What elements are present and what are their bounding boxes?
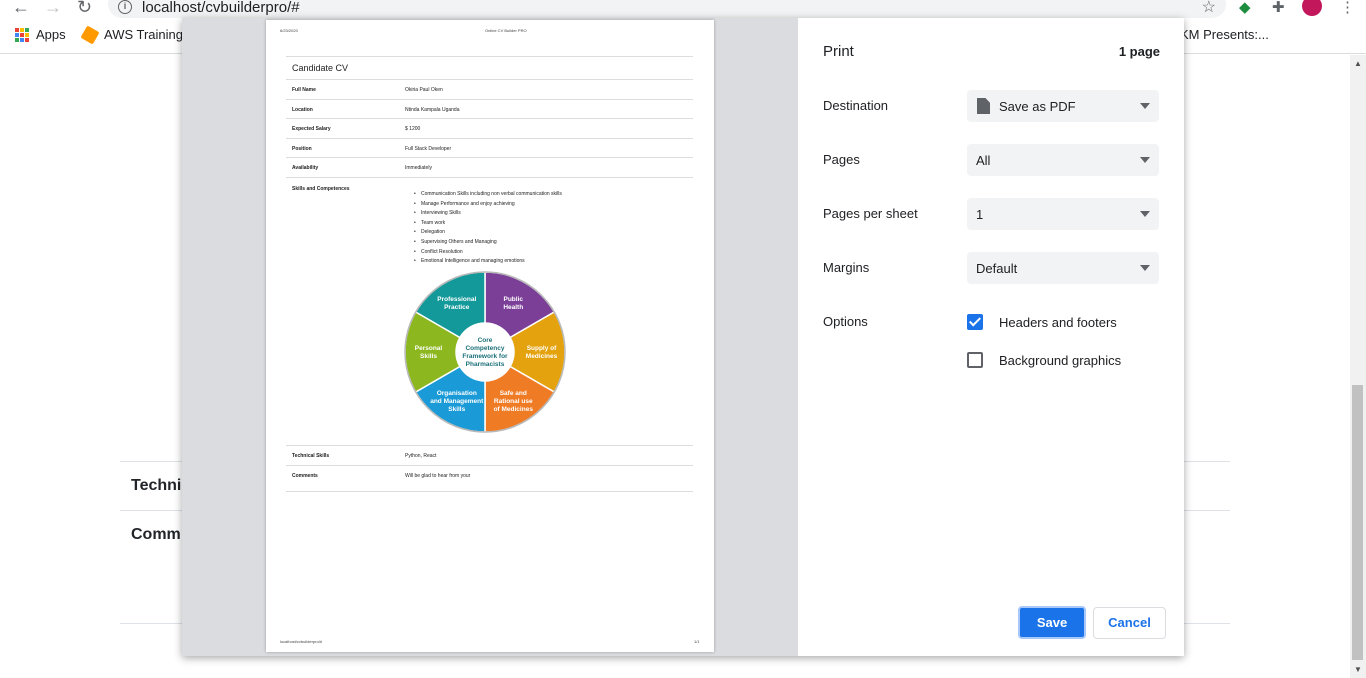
cv-title-row: Candidate CV: [286, 56, 693, 80]
print-preview-area: 6/23/2020 Online CV Builder PRO Candidat…: [182, 18, 798, 656]
list-item: Conflict Resolution: [414, 248, 562, 258]
chevron-down-icon: [1140, 265, 1150, 271]
chevron-down-icon: [1140, 157, 1150, 163]
forward-icon[interactable]: →: [44, 0, 62, 18]
cv-row-position: Position Full Stack Developer: [286, 139, 693, 158]
cv-row-full-name: Full Name Okiria Paul Oken: [286, 80, 693, 100]
field-label: Skills and Competences: [292, 186, 350, 192]
field-value: Full Stack Developer: [405, 146, 452, 152]
pages-label: Pages: [823, 152, 860, 167]
info-icon[interactable]: i: [118, 0, 132, 14]
document-icon: [977, 98, 990, 114]
field-value: Immediately: [405, 165, 432, 171]
wheel-center: [457, 324, 513, 380]
back-icon[interactable]: ←: [12, 0, 30, 18]
reload-icon[interactable]: ↻: [77, 0, 92, 18]
sheet-footer-url: localhost/cvbuilderpro/#: [280, 639, 323, 644]
dialog-title: Print: [823, 43, 854, 60]
cv-row-location: Location Ntinda Kampala Uganda: [286, 100, 693, 119]
headers-footers-label[interactable]: Headers and footers: [999, 315, 1117, 330]
field-label: Technical Skills: [292, 453, 330, 459]
pages-value: All: [976, 153, 991, 168]
list-item: Manage Performance and enjoy achieving: [414, 200, 562, 210]
bookmark-apps[interactable]: Apps: [15, 27, 66, 42]
field-label: Full Name: [292, 87, 316, 93]
list-item: Communication Skills including non verba…: [414, 190, 562, 200]
cv-row-comments: Comments Will be glad to hear from your: [286, 466, 693, 492]
scroll-thumb[interactable]: [1352, 385, 1363, 660]
pages-select[interactable]: All: [967, 144, 1159, 176]
pages-per-sheet-value: 1: [976, 207, 984, 222]
field-label: Comments: [292, 473, 318, 479]
list-item: Team work: [414, 219, 562, 229]
profile-avatar[interactable]: [1302, 0, 1322, 16]
wheel-segment-label: Supply of Medicines: [526, 345, 558, 360]
extensions-puzzle-icon[interactable]: ✚: [1272, 0, 1285, 16]
bookmark-label: Apps: [36, 27, 66, 42]
field-value: Python, React: [405, 453, 437, 459]
background-graphics-checkbox[interactable]: [967, 352, 983, 368]
print-dialog: 6/23/2020 Online CV Builder PRO Candidat…: [182, 18, 1184, 656]
pages-per-sheet-select[interactable]: 1: [967, 198, 1159, 230]
browser-toolbar: ← → ↻ i localhost/cvbuilderpro/# ☆ ◆ ✚ ⋮: [0, 0, 1366, 18]
scroll-down-icon[interactable]: ▼: [1354, 665, 1362, 674]
bookmark-star-icon[interactable]: ☆: [1202, 0, 1216, 17]
cancel-button[interactable]: Cancel: [1093, 607, 1166, 639]
skills-list: Communication Skills including non verba…: [414, 190, 562, 267]
list-item: Emotional Intelligence and managing emot…: [414, 257, 562, 267]
page-scrollbar[interactable]: ▲ ▼: [1350, 55, 1366, 678]
field-label: Position: [292, 146, 312, 152]
margins-select[interactable]: Default: [967, 252, 1159, 284]
headers-footers-checkbox[interactable]: [967, 314, 983, 330]
field-label: Availability: [292, 165, 319, 171]
aws-cube-icon: [80, 24, 100, 45]
cv-row-technical-skills: Technical Skills Python, React: [286, 446, 693, 466]
destination-value: Save as PDF: [999, 99, 1076, 114]
print-settings-panel: Print 1 page Destination Save as PDF Pag…: [798, 18, 1184, 656]
destination-label: Destination: [823, 98, 889, 113]
margins-value: Default: [976, 261, 1018, 276]
field-value: Okiria Paul Oken: [405, 87, 443, 93]
url-text[interactable]: localhost/cvbuilderpro/#: [142, 0, 300, 16]
field-value: $ 1200: [405, 126, 421, 132]
address-bar[interactable]: i localhost/cvbuilderpro/# ☆: [108, 0, 1226, 18]
list-item: Interviewing Skills: [414, 209, 562, 219]
comments-label: Comm: [131, 526, 181, 543]
margins-label: Margins: [823, 260, 870, 275]
sheet-header-date: 6/23/2020: [280, 28, 298, 33]
field-value: Ntinda Kampala Uganda: [405, 107, 460, 113]
chevron-down-icon: [1140, 211, 1150, 217]
field-label: Expected Salary: [292, 126, 331, 132]
destination-select[interactable]: Save as PDF: [967, 90, 1159, 122]
bookmark-label: KM Presents:...: [1180, 27, 1269, 42]
menu-kebab-icon[interactable]: ⋮: [1340, 0, 1355, 16]
cv-row-expected-salary: Expected Salary $ 1200: [286, 119, 693, 139]
field-value: Will be glad to hear from your: [405, 473, 471, 479]
options-label: Options: [823, 314, 868, 329]
sheet-header-title: Online CV Builder PRO: [485, 28, 527, 33]
pages-per-sheet-label: Pages per sheet: [823, 206, 918, 221]
apps-grid-icon: [15, 27, 29, 42]
chevron-down-icon: [1140, 103, 1150, 109]
bookmark-aws[interactable]: AWS Training &: [80, 24, 195, 45]
preview-sheet: 6/23/2020 Online CV Builder PRO Candidat…: [266, 20, 714, 652]
cv-title: Candidate CV: [292, 63, 349, 73]
sheet-footer-page: 1/1: [694, 639, 700, 644]
bookmark-km[interactable]: KM Presents:...: [1180, 27, 1269, 42]
wheel-segment-label: Public Health: [503, 296, 523, 311]
scroll-up-icon[interactable]: ▲: [1354, 59, 1362, 68]
page-count: 1 page: [1118, 44, 1160, 59]
cv-row-availability: Availability Immediately: [286, 158, 693, 178]
background-graphics-label[interactable]: Background graphics: [999, 353, 1121, 368]
technical-label: Techni: [131, 477, 182, 494]
list-item: Delegation: [414, 228, 562, 238]
field-label: Location: [292, 107, 313, 113]
list-item: Supervising Others and Managing: [414, 238, 562, 248]
competency-wheel-image: Public HealthSupply of MedicinesSafe and Ra…: [404, 271, 566, 433]
save-button[interactable]: Save: [1018, 606, 1086, 639]
extension-icon[interactable]: ◆: [1239, 0, 1251, 16]
